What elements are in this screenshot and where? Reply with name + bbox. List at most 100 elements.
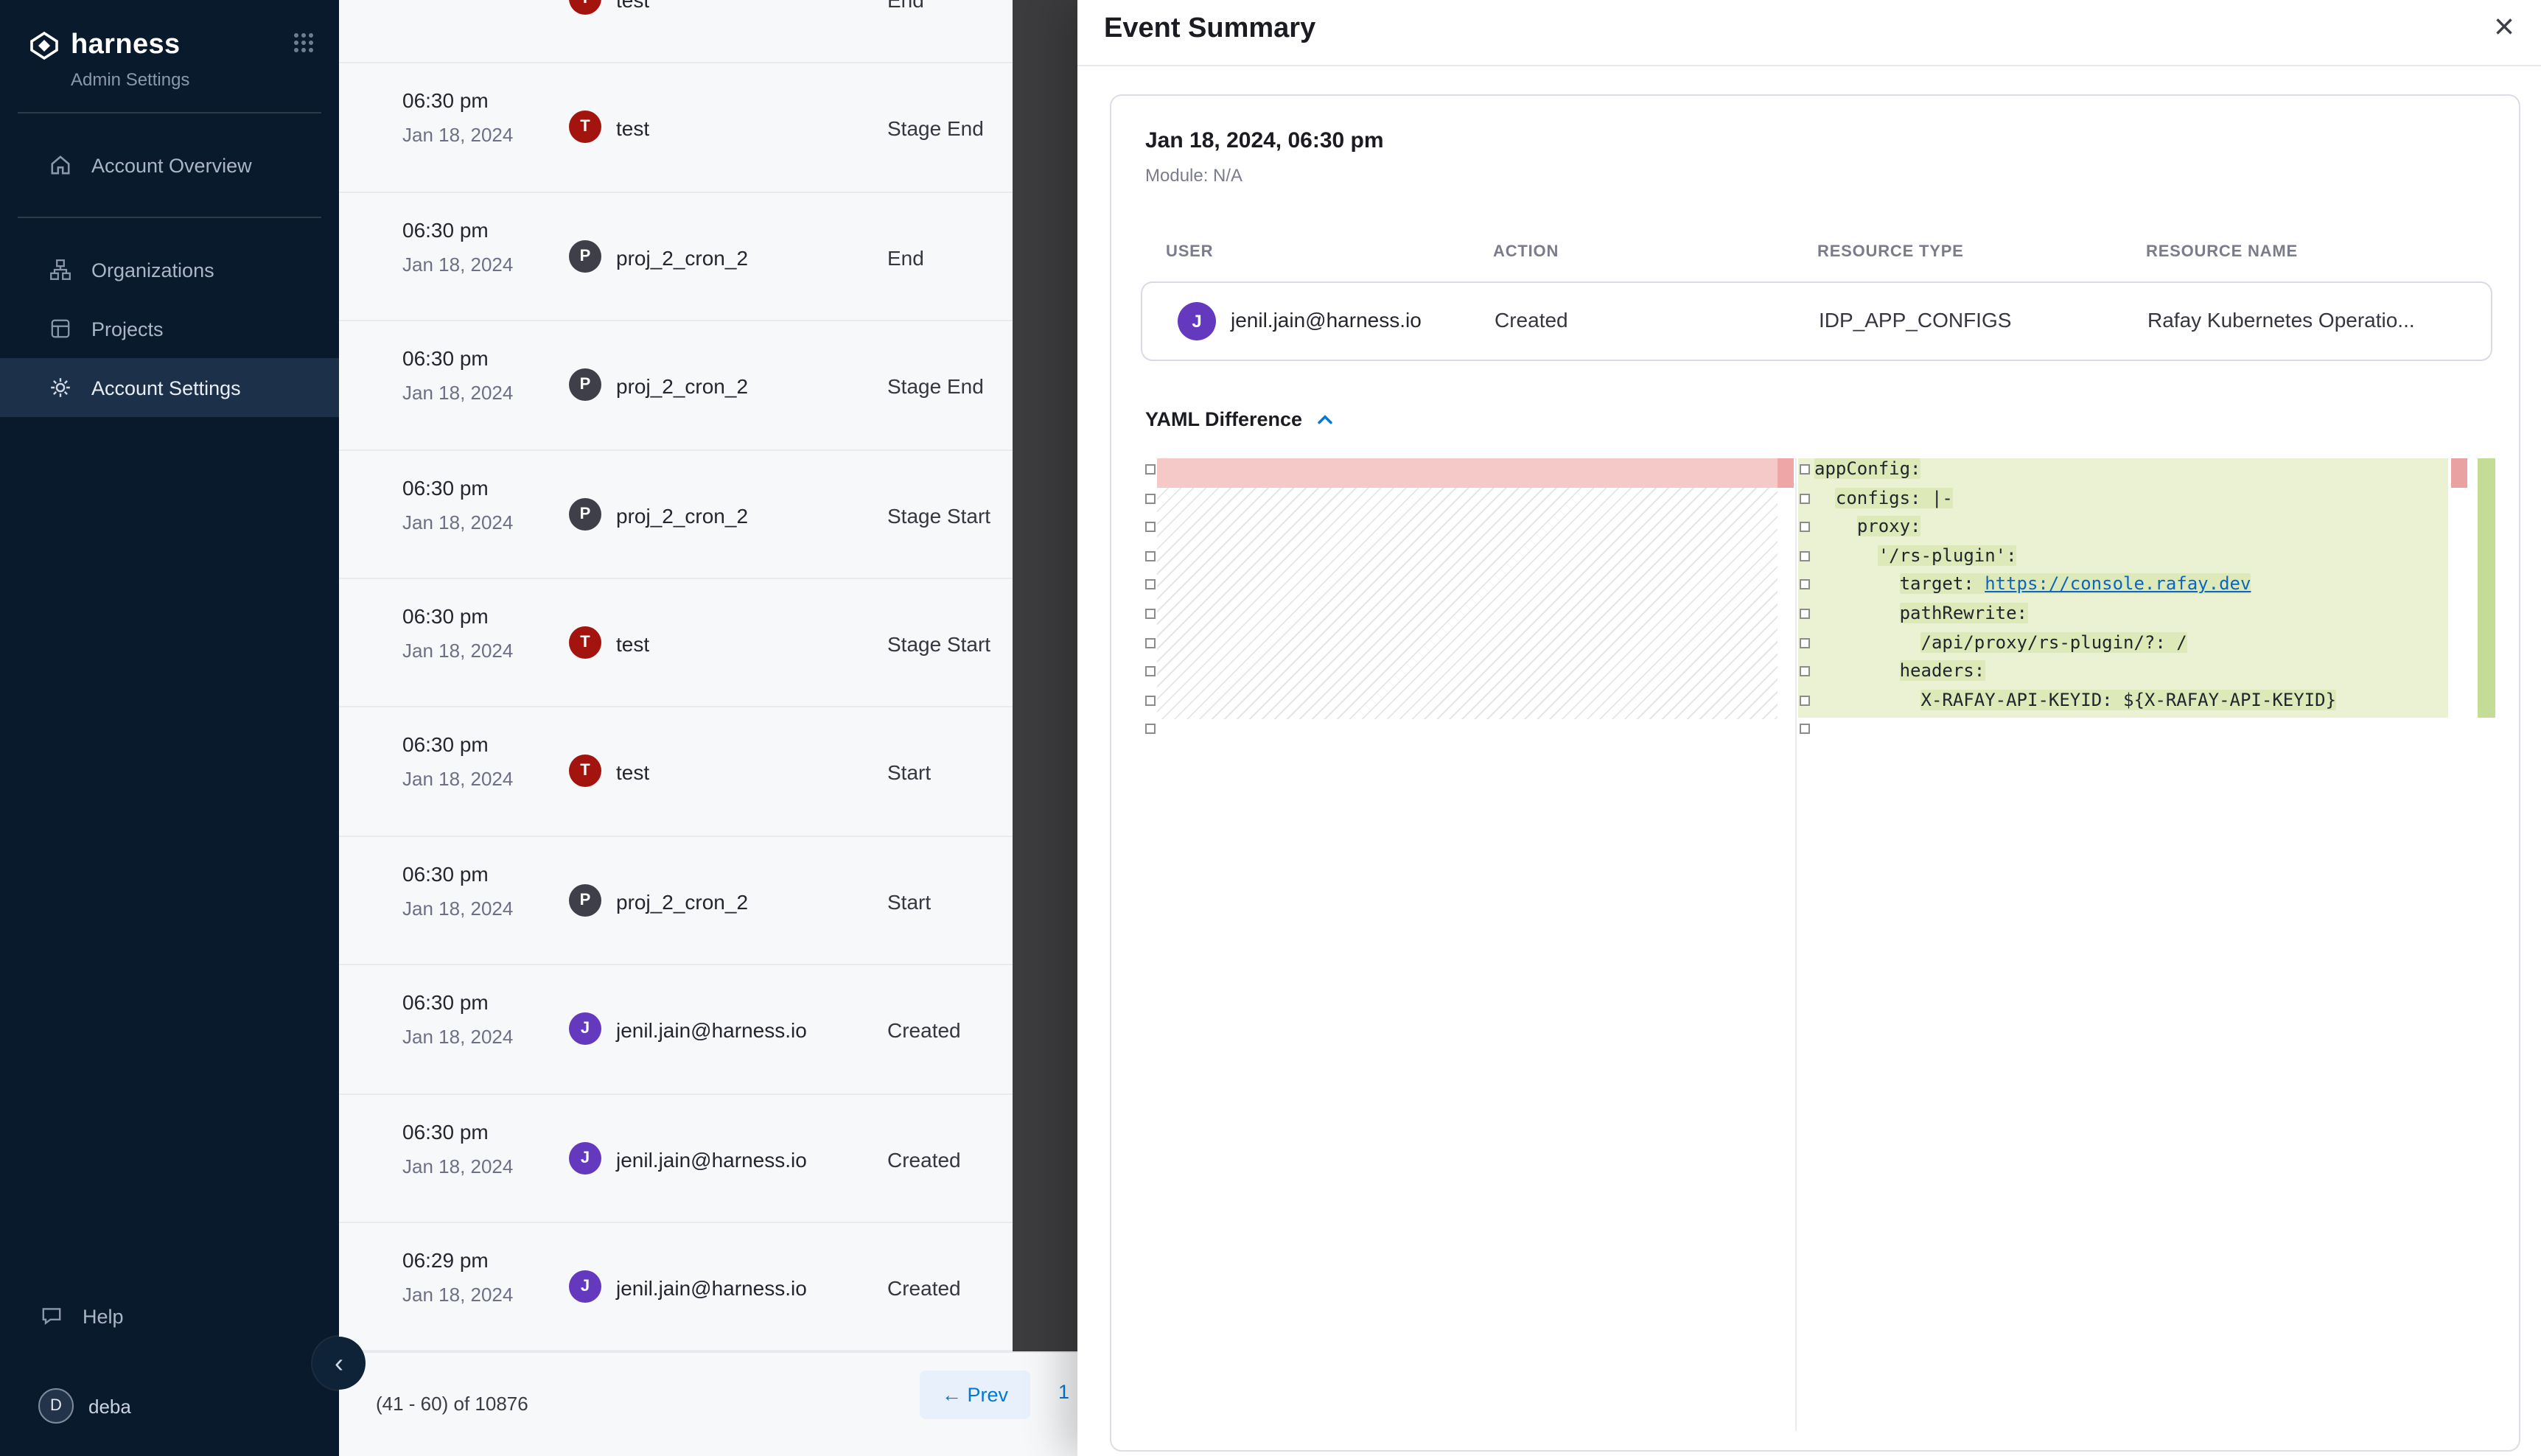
row-time: 06:30 pm [402, 475, 513, 499]
diff-expand-marker[interactable] [1800, 724, 1810, 735]
diff-expand-marker[interactable] [1800, 666, 1810, 676]
diff-expand-marker[interactable] [1800, 609, 1810, 619]
diff-expand-marker[interactable] [1800, 464, 1810, 475]
organizations-icon [47, 256, 74, 283]
row-action: Created [887, 1018, 961, 1042]
module-grid-icon[interactable] [292, 30, 315, 61]
diff-expand-marker[interactable] [1145, 493, 1156, 503]
row-date: Jan 18, 2024 [402, 1155, 513, 1177]
sidebar-collapse-toggle[interactable]: ‹ [312, 1337, 366, 1390]
row-date: Jan 18, 2024 [402, 125, 513, 147]
sidebar-item-label: Account Settings [91, 377, 241, 399]
harness-logo-icon [29, 31, 59, 60]
row-date: Jan 18, 2024 [402, 769, 513, 791]
avatar: T [569, 111, 601, 144]
sidebar-item-label: Account Overview [91, 154, 252, 176]
avatar: J [569, 1270, 601, 1303]
row-user-name: jenil.jain@harness.io [616, 1147, 807, 1171]
row-user-name: proj_2_cron_2 [616, 503, 748, 527]
yaml-difference-label: YAML Difference [1145, 408, 1302, 430]
diff-expand-marker[interactable] [1800, 493, 1810, 503]
diff-expand-marker[interactable] [1145, 696, 1156, 706]
sidebar-item-projects[interactable]: Projects [0, 299, 339, 358]
row-date: Jan 18, 2024 [402, 253, 513, 276]
chevron-up-icon[interactable] [1314, 409, 1335, 430]
col-header-action: ACTION [1493, 243, 1559, 261]
yaml-line: configs: |- [1798, 487, 2448, 516]
row-timestamp: 06:30 pmJan 18, 2024 [402, 733, 513, 791]
yaml-line: X-RAFAY-API-KEYID: ${X-RAFAY-API-KEYID} [1798, 690, 2448, 718]
event-resource-name: Rafay Kubernetes Operatio... [2147, 308, 2415, 332]
event-datetime: Jan 18, 2024, 06:30 pm [1145, 128, 1384, 153]
row-user-name: test [616, 117, 649, 141]
yaml-token: X-RAFAY-API-KEYID: ${X-RAFAY-API-KEYID} [1921, 690, 2337, 710]
sidebar-item-help[interactable]: Help [0, 1287, 339, 1345]
row-time: 06:30 pm [402, 861, 513, 885]
prev-page-button[interactable]: ← Prev [920, 1371, 1030, 1419]
diff-original-pane [1144, 458, 1794, 1431]
sidebar-item-organizations[interactable]: Organizations [0, 240, 339, 299]
diff-expand-marker[interactable] [1800, 522, 1810, 532]
event-user: jenil.jain@harness.io [1231, 308, 1422, 332]
diff-pane-divider[interactable] [1795, 458, 1797, 1431]
diff-expand-marker[interactable] [1145, 724, 1156, 735]
sidebar: harness Admin Settings Account Overview … [0, 0, 339, 1456]
page-1-button[interactable]: 1 [1058, 1381, 1069, 1403]
row-action: Created [887, 1276, 961, 1300]
diff-expand-marker[interactable] [1800, 637, 1810, 648]
row-action: Created [887, 1147, 961, 1171]
diff-expand-marker[interactable] [1145, 551, 1156, 561]
row-action: Stage End [887, 117, 984, 141]
gear-icon [47, 374, 74, 401]
diff-expand-marker[interactable] [1145, 666, 1156, 676]
row-time: 06:30 pm [402, 346, 513, 370]
diff-expand-marker[interactable] [1145, 580, 1156, 590]
diff-expand-marker[interactable] [1145, 522, 1156, 532]
sidebar-user[interactable]: D deba [0, 1388, 339, 1424]
sidebar-divider [18, 112, 321, 113]
yaml-token: headers: [1900, 660, 1985, 681]
help-label: Help [83, 1305, 124, 1327]
diff-empty-hatch [1157, 487, 1778, 718]
row-date: Jan 18, 2024 [402, 1026, 513, 1048]
diff-expand-marker[interactable] [1145, 637, 1156, 648]
diff-expand-marker[interactable] [1800, 580, 1810, 590]
row-time: 06:30 pm [402, 604, 513, 628]
yaml-line: appConfig: [1798, 458, 2448, 487]
event-table-row: J jenil.jain@harness.io Created IDP_APP_… [1141, 281, 2492, 361]
help-chat-icon [38, 1303, 65, 1329]
diff-expand-marker[interactable] [1145, 464, 1156, 475]
row-date: Jan 18, 2024 [402, 511, 513, 533]
col-header-resource-name: RESOURCE NAME [2146, 243, 2298, 261]
row-timestamp: 06:30 pmJan 18, 2024 [402, 218, 513, 276]
row-user-name: test [616, 632, 649, 656]
avatar: J [569, 1012, 601, 1045]
row-user-name: test [616, 0, 649, 12]
diff-right-overview-added [2478, 458, 2495, 718]
row-action: Start [887, 889, 931, 913]
yaml-token: target: [1900, 574, 1985, 595]
close-icon[interactable]: × [2482, 6, 2526, 50]
row-date: Jan 18, 2024 [402, 640, 513, 662]
diff-expand-marker[interactable] [1800, 551, 1810, 561]
app-root: harness Admin Settings Account Overview … [0, 0, 2541, 1456]
row-timestamp: 06:30 pm Jan 18, 2024 [402, 604, 513, 662]
col-header-user: USER [1166, 243, 1213, 261]
sidebar-item-account-settings[interactable]: Account Settings [0, 358, 339, 417]
diff-expand-marker[interactable] [1800, 696, 1810, 706]
row-action: End [887, 0, 924, 12]
yaml-token: appConfig: [1814, 458, 1921, 479]
drawer-title: Event Summary [1104, 13, 1315, 46]
sidebar-logo-row: harness [0, 0, 339, 62]
yaml-line: /api/proxy/rs-plugin/?: / [1798, 631, 2448, 660]
row-action: End [887, 246, 924, 270]
row-user-name: jenil.jain@harness.io [616, 1276, 807, 1300]
diff-expand-marker[interactable] [1145, 609, 1156, 619]
sidebar-item-account-overview[interactable]: Account Overview [0, 136, 339, 195]
yaml-link[interactable]: https://console.rafay.dev [1985, 574, 2251, 595]
modal-scrim[interactable] [1013, 0, 1077, 1351]
user-avatar: D [38, 1388, 74, 1424]
diff-right-overview-removed [2451, 458, 2467, 487]
sidebar-item-label: Organizations [91, 259, 214, 281]
row-user-name: proj_2_cron_2 [616, 374, 748, 398]
